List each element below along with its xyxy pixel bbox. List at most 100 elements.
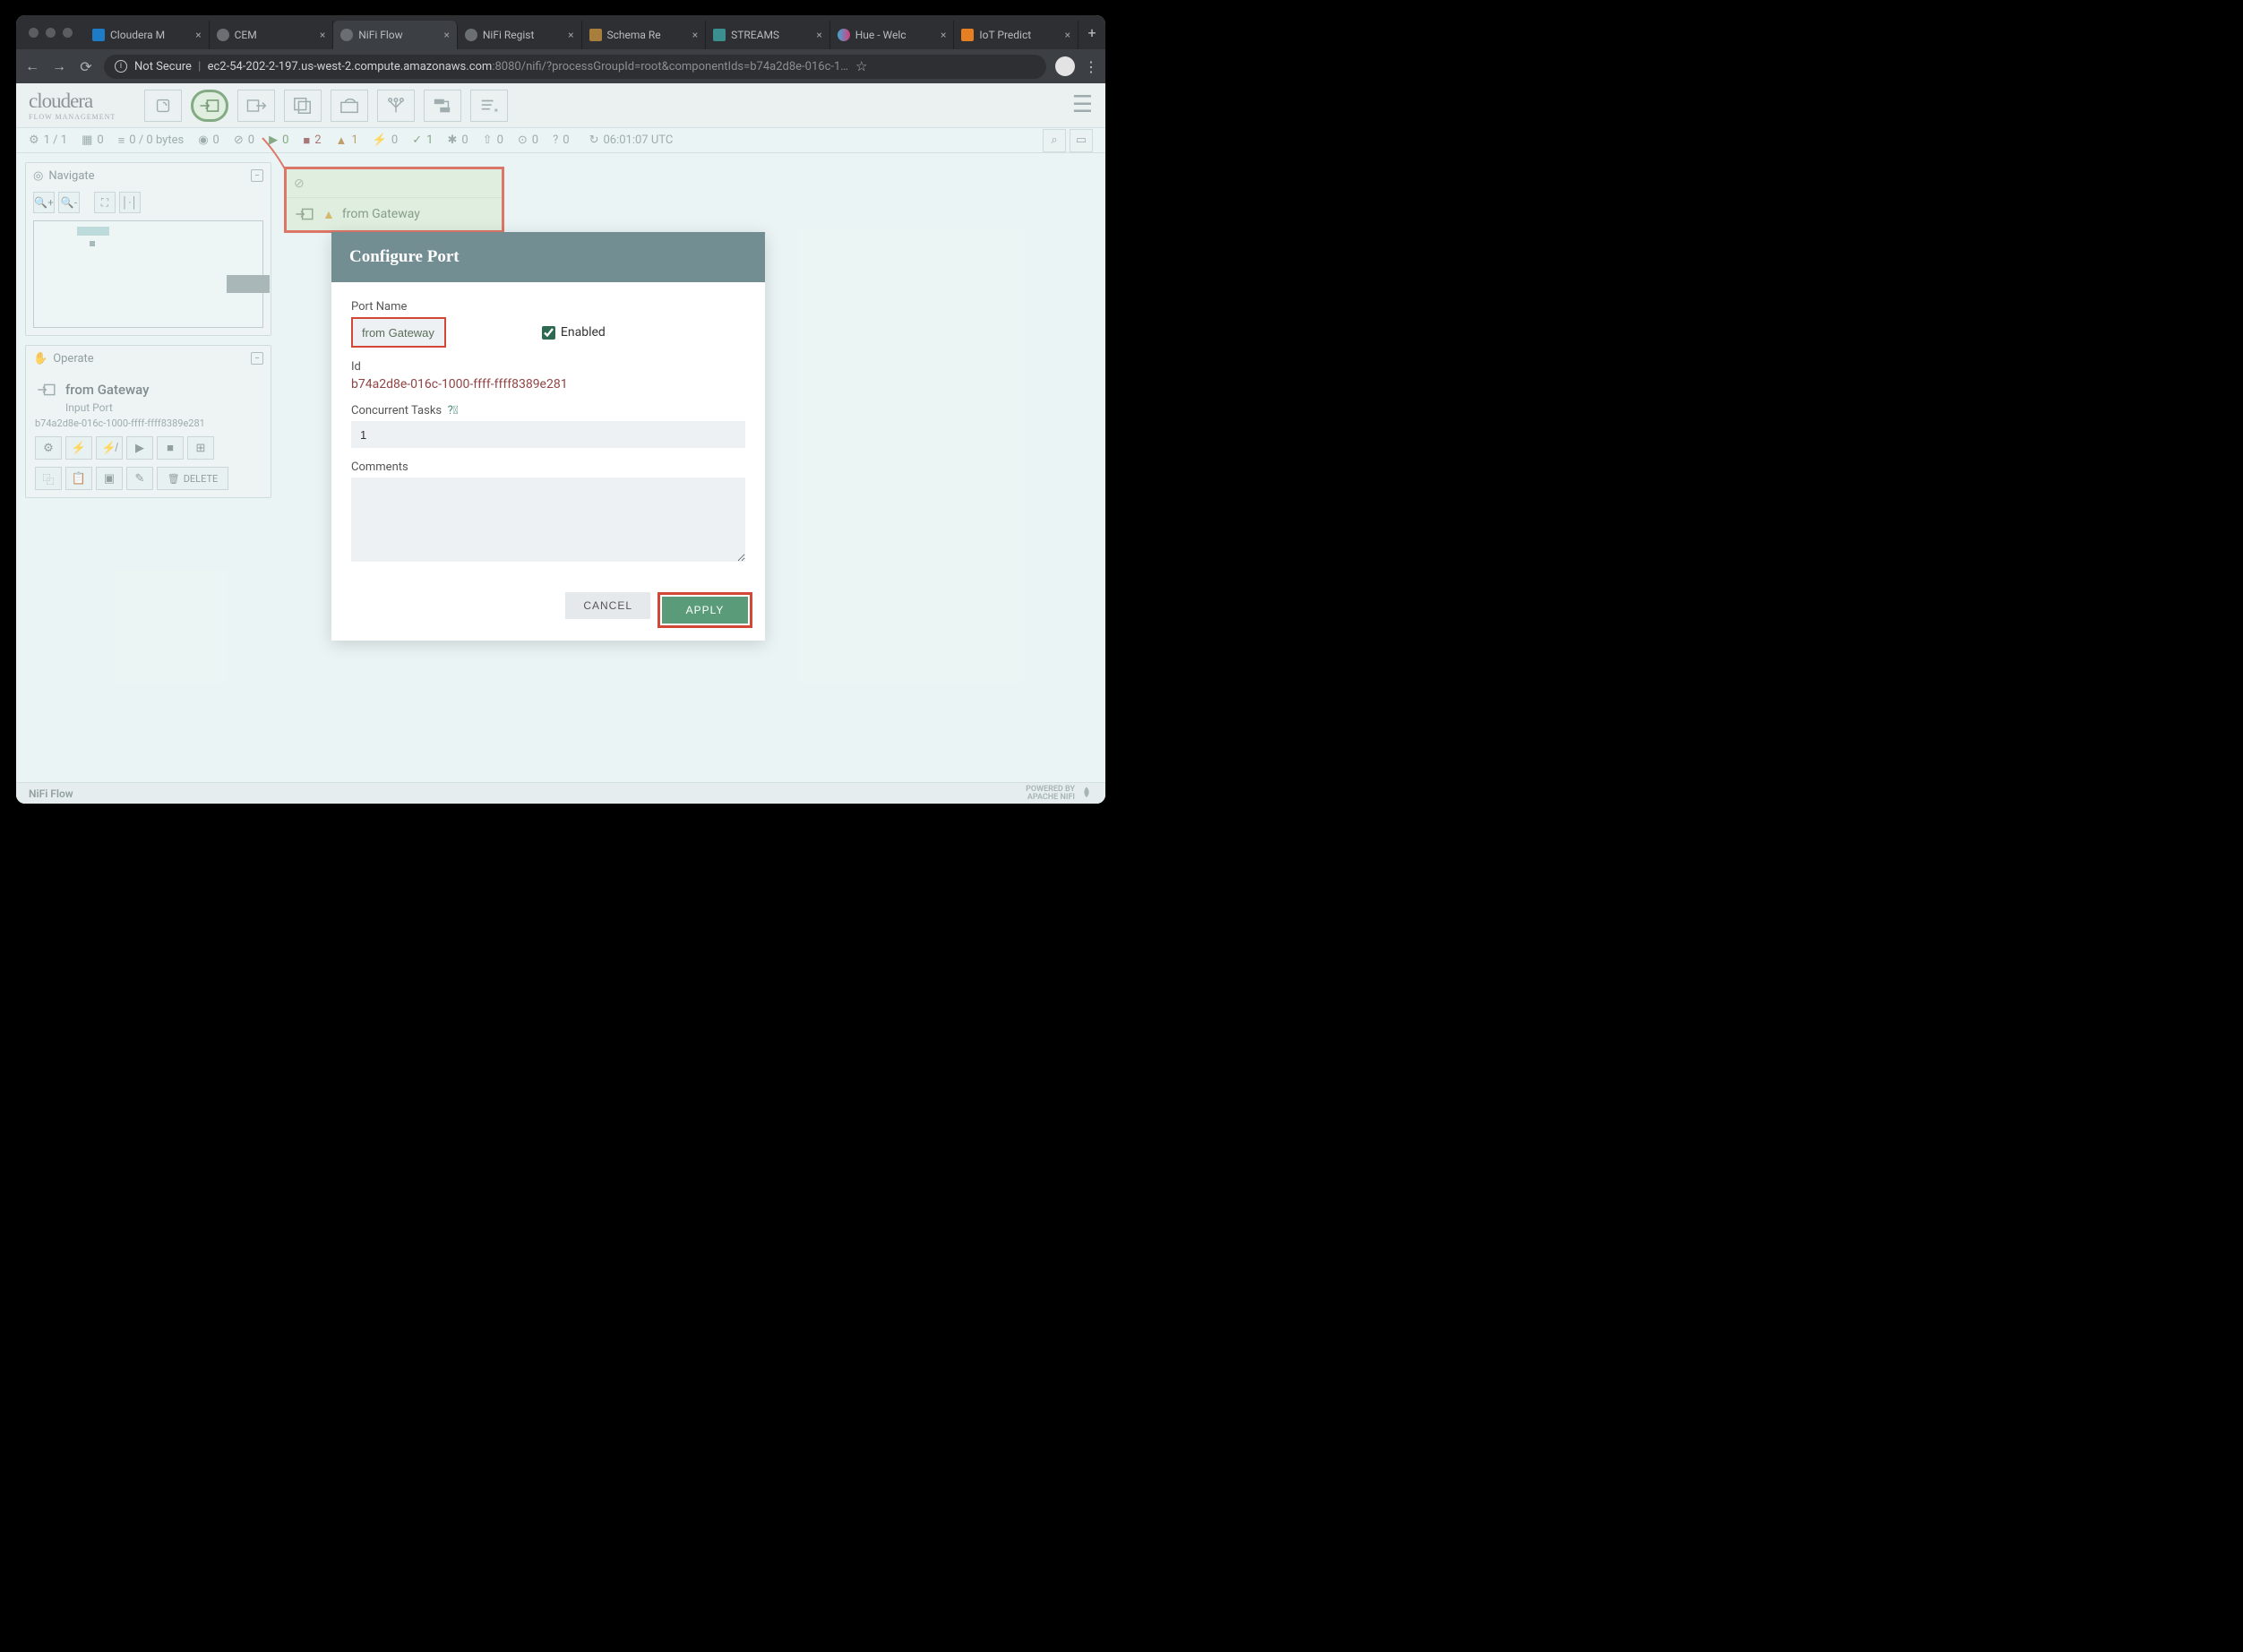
bulletin-button[interactable]: ▭	[1070, 129, 1093, 152]
disable-button[interactable]: ⚡̸	[96, 436, 123, 460]
collapse-button[interactable]: −	[251, 352, 263, 365]
zoom-in-button[interactable]: 🔍+	[33, 192, 55, 213]
search-icon: ⌕	[1051, 133, 1057, 147]
upload-icon: ⇧	[483, 133, 493, 147]
play-icon: ▶	[135, 442, 144, 455]
close-icon[interactable]: ×	[320, 29, 325, 41]
window-controls	[16, 28, 85, 38]
group-button[interactable]: ▣	[96, 467, 123, 490]
close-icon[interactable]: ×	[1065, 29, 1070, 41]
favicon-icon	[961, 29, 974, 41]
nifi-logo-icon	[1080, 786, 1093, 802]
close-icon[interactable]: ×	[816, 29, 821, 41]
transmit-icon: ◉	[198, 133, 208, 147]
comments-input[interactable]	[351, 478, 745, 562]
operate-title: Operate	[53, 352, 94, 366]
zoom-out-button[interactable]: 🔍-	[58, 192, 80, 213]
component-label: from Gateway	[342, 207, 420, 221]
window-zoom-icon[interactable]	[63, 28, 73, 38]
queue-icon: ≡	[118, 133, 125, 148]
tool-label-button[interactable]	[470, 90, 508, 122]
zoom-in-icon: 🔍+	[34, 196, 54, 209]
label-icon	[478, 96, 500, 116]
stop-button[interactable]: ■	[157, 436, 184, 460]
close-icon[interactable]: ×	[692, 29, 698, 41]
delete-button[interactable]: 🗑DELETE	[157, 467, 228, 490]
info-icon[interactable]: i	[115, 60, 127, 73]
tab-cloudera[interactable]: Cloudera M ×	[85, 21, 210, 49]
apply-button[interactable]: APPLY	[662, 597, 748, 624]
enabled-checkbox[interactable]	[542, 326, 555, 340]
processor-icon	[153, 96, 173, 116]
tool-funnel-button[interactable]	[377, 90, 415, 122]
tab-iot[interactable]: IoT Predict ×	[954, 21, 1079, 49]
zoom-actual-button[interactable]: │·│	[119, 192, 141, 213]
input-port-icon	[35, 378, 58, 401]
message-icon: ▭	[1076, 133, 1087, 147]
tool-processor-button[interactable]	[144, 90, 182, 122]
grid-icon: ▦	[82, 133, 92, 147]
help-icon[interactable]: ?⃝	[448, 404, 459, 417]
breadcrumb-root[interactable]: NiFi Flow	[29, 787, 73, 800]
configure-button[interactable]: ⚙	[35, 436, 62, 460]
global-menu-button[interactable]: ☰	[1072, 95, 1093, 116]
enable-button[interactable]: ⚡	[65, 436, 92, 460]
tab-hue[interactable]: Hue - Welc ×	[830, 21, 955, 49]
tool-template-button[interactable]	[424, 90, 461, 122]
tab-schema[interactable]: Schema Re ×	[582, 21, 707, 49]
input-port-component[interactable]: ⊘ ▲ from Gateway	[284, 167, 504, 233]
color-button[interactable]: ✎	[126, 467, 153, 490]
window-minimize-icon[interactable]	[46, 28, 56, 38]
zoom-fit-button[interactable]: ⛶	[94, 192, 116, 213]
tool-remote-process-group-button[interactable]	[331, 90, 368, 122]
close-icon[interactable]: ×	[941, 29, 946, 41]
address-bar: ← → ⟳ i Not Secure | ec2-54-202-2-197.us…	[16, 49, 1105, 83]
concurrent-tasks-input[interactable]	[351, 421, 745, 448]
question-icon: ?	[553, 133, 558, 147]
search-button[interactable]: ⌕	[1043, 129, 1066, 152]
stop-icon: ■	[167, 441, 174, 455]
input-port-icon	[198, 96, 221, 116]
reload-button[interactable]: ⟳	[77, 58, 95, 75]
close-icon[interactable]: ×	[443, 29, 449, 41]
tab-nifi-registry[interactable]: NiFi Regist ×	[458, 21, 582, 49]
close-icon[interactable]: ×	[568, 29, 573, 41]
cancel-button[interactable]: CANCEL	[565, 592, 650, 619]
new-tab-button[interactable]: +	[1079, 24, 1105, 41]
canvas[interactable]: ⊘ ▲ from Gateway Configure Port Port Nam…	[280, 153, 1105, 782]
tool-process-group-button[interactable]	[284, 90, 322, 122]
tab-label: Schema Re	[607, 29, 687, 41]
minimap[interactable]	[33, 220, 263, 328]
status-disabled: ⚡0	[373, 133, 399, 147]
bookmark-icon[interactable]: ☆	[855, 58, 867, 74]
port-name-input[interactable]	[353, 319, 444, 346]
browser-menu-button[interactable]: ⋮	[1084, 58, 1098, 75]
not-secure-label: Not Secure	[134, 60, 192, 73]
paste-button[interactable]: 📋	[65, 467, 92, 490]
tool-output-port-button[interactable]	[237, 90, 275, 122]
start-button[interactable]: ▶	[126, 436, 153, 460]
close-icon[interactable]: ×	[195, 29, 201, 41]
forward-button[interactable]: →	[50, 57, 68, 75]
tab-nifi-flow[interactable]: NiFi Flow ×	[333, 21, 458, 49]
favicon-icon	[589, 29, 602, 41]
copy-button[interactable]: ⿻	[35, 467, 62, 490]
snowflake-icon: ✱	[447, 133, 457, 147]
navigate-title: Navigate	[48, 169, 94, 183]
tab-streams[interactable]: STREAMS ×	[706, 21, 830, 49]
id-label: Id	[351, 360, 745, 374]
tab-label: CEM	[235, 29, 314, 41]
window-close-icon[interactable]	[29, 28, 39, 38]
collapse-button[interactable]: −	[251, 169, 263, 182]
back-button[interactable]: ←	[23, 57, 41, 75]
tool-input-port-button[interactable]	[191, 90, 228, 122]
status-sync-failure: ⊙0	[518, 133, 538, 147]
url-field[interactable]: i Not Secure | ec2-54-202-2-197.us-west-…	[104, 55, 1046, 79]
status-transmitting: ◉0	[198, 133, 219, 147]
profile-avatar-icon[interactable]	[1055, 56, 1075, 76]
refresh-icon: ↻	[589, 133, 599, 147]
template-button[interactable]: ⊞	[187, 436, 214, 460]
enabled-checkbox-label[interactable]: Enabled	[542, 325, 606, 340]
tab-cem[interactable]: CEM ×	[210, 21, 334, 49]
flash-off-icon: ⚡̸	[102, 441, 116, 455]
